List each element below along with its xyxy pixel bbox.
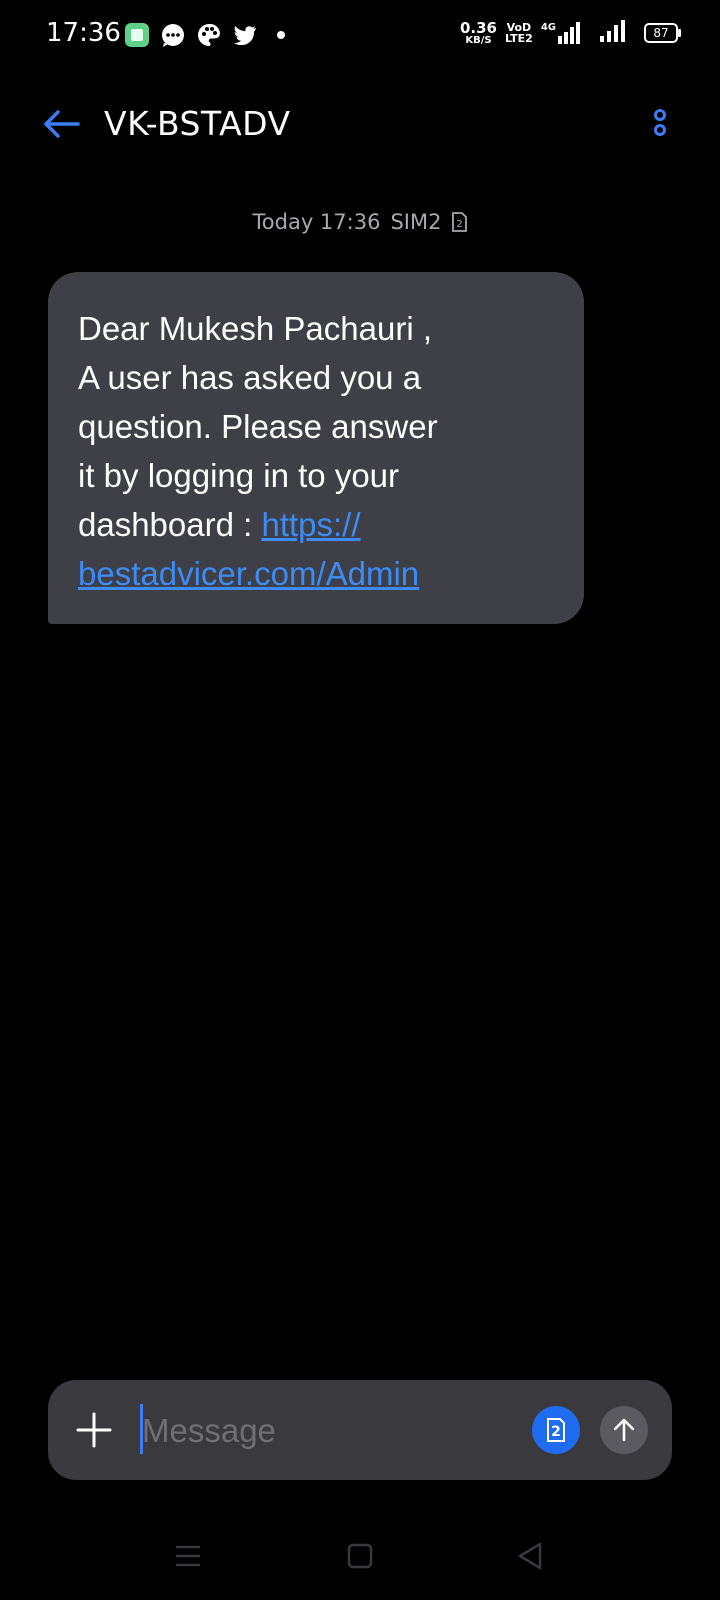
volte-bottom-label: LTE2: [504, 32, 533, 45]
message-link-line1: https://: [261, 506, 361, 543]
message-app-icon: [124, 22, 150, 48]
menu-nav-button[interactable]: [170, 1538, 206, 1574]
battery-icon: 87: [644, 23, 681, 43]
menu-icon: [176, 1545, 200, 1567]
back-button[interactable]: [38, 104, 84, 144]
timestamp-text: Today 17:36: [252, 210, 381, 234]
network-speed-value: 0.36: [459, 18, 497, 37]
navigation-bar: [0, 1520, 720, 1592]
svg-text:2: 2: [457, 219, 463, 230]
volte-indicator: VoD LTE2: [505, 22, 533, 44]
home-nav-button[interactable]: [342, 1538, 378, 1574]
palette-icon: [196, 22, 222, 48]
sim-label: SIM2: [390, 210, 442, 234]
attach-button[interactable]: [72, 1408, 116, 1452]
more-vertical-icon: [654, 109, 666, 136]
more-options-button[interactable]: [650, 108, 670, 144]
conversation-title: VK-BSTADV: [104, 104, 291, 143]
back-triangle-icon: [518, 1542, 542, 1570]
arrow-up-icon: [613, 1418, 635, 1442]
signal-icon: [600, 20, 628, 46]
message-timestamp: Today 17:36 SIM2 2: [0, 210, 720, 234]
back-arrow-icon: [44, 110, 80, 138]
twitter-icon: [232, 22, 258, 48]
message-bubble[interactable]: Dear Mukesh Pachauri , A user has asked …: [48, 272, 584, 624]
text-cursor: [140, 1404, 143, 1454]
sim-number: 2: [551, 1423, 561, 1440]
signal-4g-icon: 4G: [541, 22, 582, 44]
message-input[interactable]: [140, 1400, 514, 1462]
network-speed: 0.36 KB/S: [459, 18, 497, 46]
messaging-screen: 17:36 0.36 KB/S VoD LTE2 4G 87 VK-BSTADV…: [0, 0, 720, 1600]
chat-bubble-icon: [160, 22, 186, 48]
message-link-line2: bestadvicer.com/Admin: [78, 555, 420, 592]
notification-icons: [124, 22, 294, 48]
plus-icon: [76, 1412, 112, 1448]
more-dot-icon: [268, 22, 294, 48]
message-body: Dear Mukesh Pachauri , A user has asked …: [78, 310, 438, 543]
message-composer: 2: [48, 1380, 672, 1480]
sim-card-icon: 2: [451, 212, 468, 232]
back-nav-button[interactable]: [512, 1538, 548, 1574]
status-bar: 17:36 0.36 KB/S VoD LTE2 4G 87: [0, 0, 720, 72]
status-time: 17:36: [46, 18, 121, 48]
status-right-group: 0.36 KB/S VoD LTE2 4G 87: [459, 18, 681, 46]
sim-select-button[interactable]: 2: [532, 1406, 580, 1454]
message-text: Dear Mukesh Pachauri , A user has asked …: [78, 304, 554, 598]
home-square-icon: [347, 1543, 373, 1569]
network-speed-unit: KB/S: [465, 34, 492, 46]
network-type-label: 4G: [540, 22, 556, 33]
send-button[interactable]: [600, 1406, 648, 1454]
